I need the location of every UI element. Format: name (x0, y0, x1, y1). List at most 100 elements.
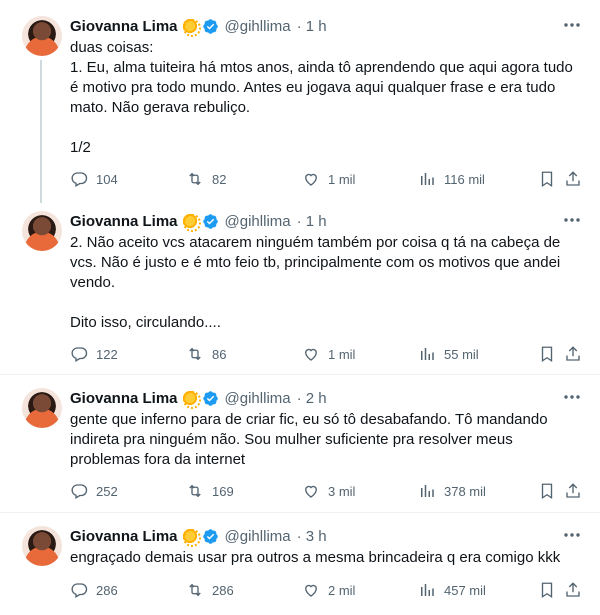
reply-icon (71, 484, 88, 499)
retweet-button[interactable]: 169 (186, 482, 234, 500)
reply-icon (71, 347, 88, 362)
author-name[interactable]: Giovanna Lima (70, 528, 178, 545)
views-icon (421, 584, 434, 596)
avatar[interactable] (22, 16, 62, 56)
tweet-feed: Giovanna Lima @gihllima · 1 h duas coisa… (0, 0, 600, 615)
bookmark-icon[interactable] (538, 482, 556, 500)
verified-badge-icon (202, 213, 218, 229)
share-icon[interactable] (564, 170, 582, 188)
tweet[interactable]: Giovanna Lima @gihllima · 1 h 2. Não ace… (0, 197, 600, 375)
retweet-icon (189, 347, 201, 361)
author-handle[interactable]: @gihllima (225, 213, 291, 230)
more-icon[interactable] (562, 390, 582, 404)
reply-button[interactable]: 122 (70, 345, 118, 363)
tweet-actions: 122 86 1 mil 55 mil (70, 344, 582, 364)
tweet-time[interactable]: · 3 h (297, 528, 327, 545)
verified-badge-icon (202, 18, 218, 34)
avatar[interactable] (22, 388, 62, 428)
tweet-header: Giovanna Lima @gihllima · 1 h (70, 17, 327, 37)
tweet-header: Giovanna Lima @gihllima · 1 h (70, 212, 327, 232)
like-button[interactable]: 1 mil (302, 170, 355, 188)
tweet-text: engraçado demais usar pra outros a mesma… (70, 549, 561, 566)
reply-count: 122 (96, 346, 118, 362)
views-icon (421, 348, 434, 360)
author-handle[interactable]: @gihllima (225, 528, 291, 545)
share-icon[interactable] (564, 581, 582, 599)
author-handle[interactable]: @gihllima (225, 390, 291, 407)
retweet-count: 169 (212, 483, 234, 499)
view-count: 116 mil (444, 171, 485, 187)
like-count: 3 mil (328, 483, 356, 499)
views-button[interactable]: 55 mil (418, 345, 479, 363)
tweet[interactable]: Giovanna Lima @gihllima · 1 h duas coisa… (0, 0, 600, 203)
like-button[interactable]: 2 mil (302, 581, 355, 599)
author-handle[interactable]: @gihllima (225, 18, 291, 35)
tweet-text: gente que inferno para de criar fic, eu … (70, 411, 548, 468)
retweet-icon (189, 172, 201, 186)
retweet-button[interactable]: 86 (186, 345, 226, 363)
heart-icon (305, 584, 317, 597)
views-button[interactable]: 378 mil (418, 482, 486, 500)
like-count: 1 mil (328, 171, 356, 187)
retweet-count: 86 (212, 346, 227, 362)
reply-button[interactable]: 286 (70, 581, 118, 599)
like-count: 2 mil (328, 582, 356, 598)
sun-emoji-icon (181, 528, 201, 547)
heart-icon (305, 485, 317, 498)
heart-icon (305, 348, 317, 361)
view-count: 457 mil (444, 582, 486, 598)
retweet-count: 286 (212, 582, 234, 598)
bookmark-icon[interactable] (538, 170, 556, 188)
retweet-button[interactable]: 82 (186, 170, 226, 188)
thread-line (40, 60, 42, 203)
retweet-icon (189, 583, 201, 597)
retweet-button[interactable]: 286 (186, 581, 234, 599)
sun-emoji-icon (181, 18, 201, 37)
view-count: 378 mil (444, 483, 486, 499)
tweet-text: 2. Não aceito vcs atacarem ninguém també… (70, 234, 561, 331)
avatar[interactable] (22, 526, 62, 566)
more-icon[interactable] (562, 18, 582, 32)
bookmark-icon[interactable] (538, 581, 556, 599)
verified-badge-icon (202, 390, 218, 406)
view-count: 55 mil (444, 346, 479, 362)
retweet-icon (189, 484, 201, 498)
tweet[interactable]: Giovanna Lima @gihllima · 3 h engraçado … (0, 513, 600, 615)
share-icon[interactable] (564, 482, 582, 500)
tweet-actions: 252 169 3 mil 378 mil (70, 481, 582, 501)
author-name[interactable]: Giovanna Lima (70, 18, 178, 35)
views-button[interactable]: 457 mil (418, 581, 486, 599)
reply-count: 252 (96, 483, 118, 499)
reply-icon (71, 172, 88, 187)
tweet-time[interactable]: · 2 h (297, 390, 327, 407)
author-name[interactable]: Giovanna Lima (70, 213, 178, 230)
reply-button[interactable]: 104 (70, 170, 118, 188)
tweet[interactable]: Giovanna Lima @gihllima · 2 h gente que … (0, 375, 600, 513)
bookmark-icon[interactable] (538, 345, 556, 363)
tweet-time[interactable]: · 1 h (297, 213, 327, 230)
tweet-actions: 104 82 1 mil 116 mil (70, 169, 582, 189)
avatar[interactable] (22, 211, 62, 251)
author-name[interactable]: Giovanna Lima (70, 390, 178, 407)
more-icon[interactable] (562, 528, 582, 542)
views-button[interactable]: 116 mil (418, 170, 485, 188)
more-icon[interactable] (562, 213, 582, 227)
like-count: 1 mil (328, 346, 356, 362)
views-icon (421, 485, 434, 497)
reply-count: 286 (96, 582, 118, 598)
verified-badge-icon (202, 528, 218, 544)
retweet-count: 82 (212, 171, 227, 187)
like-button[interactable]: 1 mil (302, 345, 355, 363)
like-button[interactable]: 3 mil (302, 482, 355, 500)
reply-icon (71, 583, 88, 598)
heart-icon (305, 173, 317, 186)
share-icon[interactable] (564, 345, 582, 363)
sun-emoji-icon (181, 390, 201, 409)
reply-button[interactable]: 252 (70, 482, 118, 500)
tweet-text: duas coisas: 1. Eu, alma tuiteira há mto… (70, 39, 573, 156)
views-icon (421, 173, 434, 185)
tweet-header: Giovanna Lima @gihllima · 2 h (70, 389, 327, 409)
tweet-time[interactable]: · 1 h (297, 18, 327, 35)
tweet-actions: 286 286 2 mil 457 mil (70, 580, 582, 600)
tweet-header: Giovanna Lima @gihllima · 3 h (70, 527, 327, 547)
